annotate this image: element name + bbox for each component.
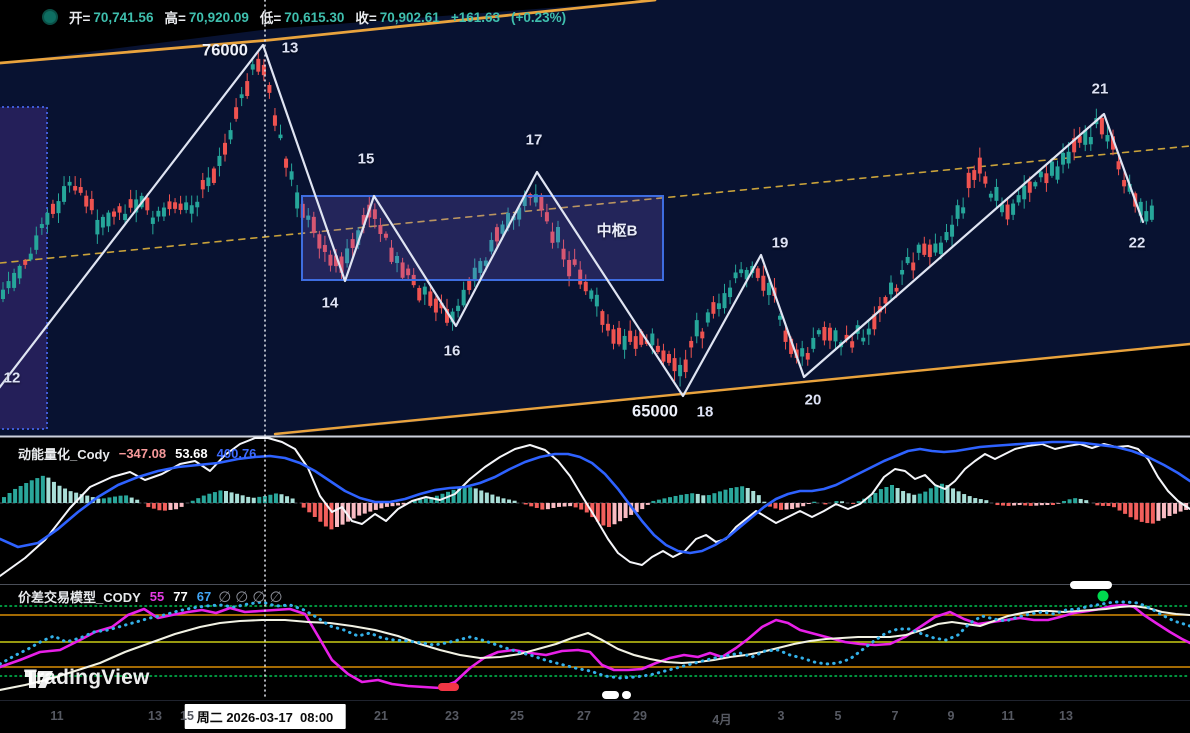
empty-circle-icon[interactable]: ∅ <box>218 588 231 606</box>
ohlc-values: 开=70,741.56 高= 70,920.09 低=70,615.30 收= 70,90… <box>69 7 440 27</box>
time-tick: 3 <box>778 709 785 723</box>
indicator-spread-empty-icons: ∅∅∅∅ <box>220 588 282 606</box>
ohlc-legend[interactable]: 开=70,741.56 高= 70,920.09 低=70,615.30 收= 70,90… <box>42 7 566 27</box>
ohlc-label: 高= <box>164 7 185 27</box>
time-tick: 13 <box>148 709 162 723</box>
empty-circle-icon[interactable]: ∅ <box>252 588 265 606</box>
ohlc-label: 低= <box>260 7 281 27</box>
ohlc-value: 70,902.61 <box>380 10 440 25</box>
empty-circle-icon[interactable]: ∅ <box>269 588 282 606</box>
time-tick: 11 <box>1001 709 1014 723</box>
time-tick: 11 <box>50 709 63 723</box>
time-tick: 25 <box>510 709 524 723</box>
ohlc-value: 70,615.30 <box>284 10 344 25</box>
indicator-value: 77 <box>173 589 187 604</box>
time-tick: 5 <box>835 709 842 723</box>
time-axis[interactable]: 周二 2026-03-17 08:00 11 13 15 21 23 25 27 29 4月 3 5… <box>0 700 1190 733</box>
indicator-value: 53.68 <box>175 446 208 461</box>
indicator-value: 400.76 <box>217 446 257 461</box>
indicator-spread-values: 55 77 67 <box>150 589 211 604</box>
time-tick: 13 <box>1059 709 1073 723</box>
indicator-momentum-legend[interactable]: 动能量化_Cody −347.08 53.68 400.76 <box>18 444 256 463</box>
indicator-momentum-values: −347.08 53.68 400.76 <box>119 446 257 461</box>
time-tick: 9 <box>948 709 955 723</box>
indicator-spread-legend[interactable]: 价差交易模型_CODY 557767 ∅∅∅∅ <box>18 587 283 606</box>
change-value: +161.63 <box>451 10 500 25</box>
time-tick: 15 <box>180 709 194 723</box>
change-percent: (+0.23%) <box>511 10 566 25</box>
indicator-spread-name: 价差交易模型_CODY <box>18 587 141 606</box>
time-tick: 7 <box>892 709 899 723</box>
ohlc-value: 70,920.09 <box>189 10 249 25</box>
indicator-value: −347.08 <box>119 446 166 461</box>
ohlc-value: 70,741.56 <box>93 10 153 25</box>
tradingview-logo-icon <box>24 666 54 693</box>
time-tick: 29 <box>633 709 647 723</box>
ohlc-label: 收= <box>355 7 376 27</box>
time-tick: 4月 <box>712 709 731 728</box>
crosshair-date-label: 周二 2026-03-17 08:00 <box>185 704 346 729</box>
series-marker-icon <box>42 9 58 25</box>
indicator-value: 55 <box>150 589 164 604</box>
tradingview-logo[interactable]: TradingView <box>24 666 150 690</box>
indicator-value: 67 <box>197 589 211 604</box>
tradingview-chart-window: 开=70,741.56 高= 70,920.09 低=70,615.30 收= 70,90… <box>0 0 1190 733</box>
empty-circle-icon[interactable]: ∅ <box>235 588 248 606</box>
ohlc-label: 开= <box>69 7 90 27</box>
time-tick: 27 <box>577 709 591 723</box>
time-tick: 21 <box>374 709 388 723</box>
time-tick: 23 <box>445 709 459 723</box>
indicator-momentum-name: 动能量化_Cody <box>18 444 110 463</box>
